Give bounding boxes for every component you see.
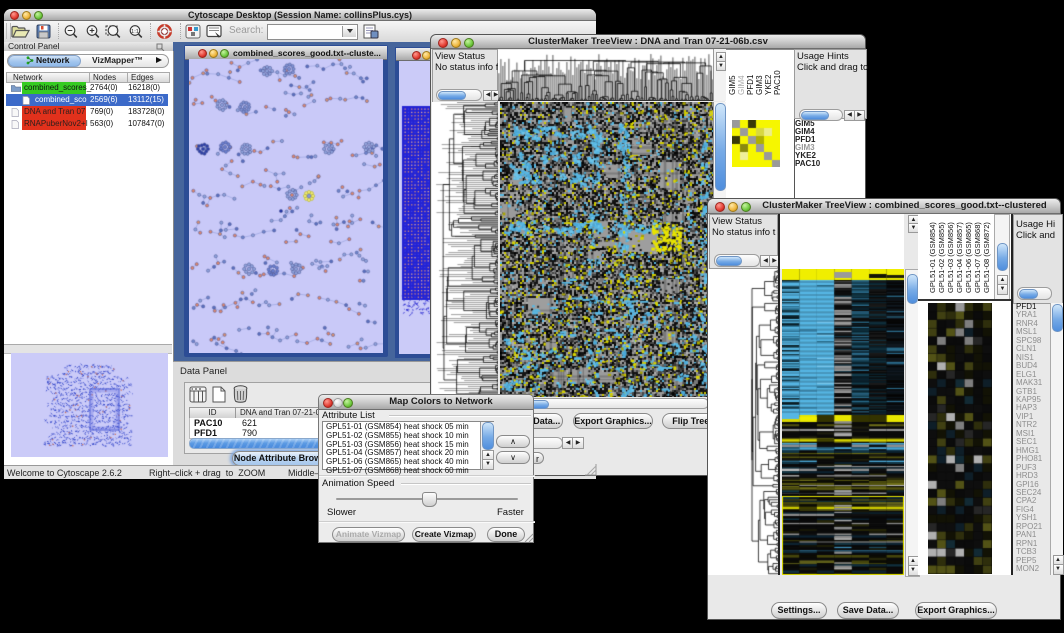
svg-text:1:1: 1:1 <box>131 29 139 35</box>
